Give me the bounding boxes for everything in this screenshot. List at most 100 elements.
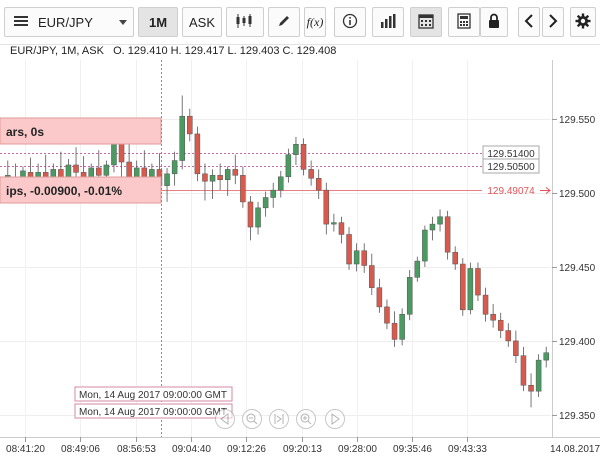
time-tick-label: 08:56:53: [117, 444, 156, 455]
candle: [323, 182, 330, 235]
price-tick-label: 129.550: [559, 115, 596, 126]
candle: [490, 303, 496, 328]
candle-body-bear: [194, 133, 201, 175]
nav-back-button[interactable]: [215, 409, 235, 429]
candle-body-bull: [331, 222, 337, 225]
candle-body-bear: [384, 306, 390, 324]
crosshair-date-text-upper: Mon, 14 Aug 2017 09:00:00 GMT: [79, 390, 227, 401]
candle-body-bull: [422, 229, 428, 262]
candle-body-bear: [505, 330, 512, 342]
candle: [209, 169, 216, 199]
candle: [300, 138, 307, 176]
time-tick-label: 08:41:20: [6, 444, 45, 455]
candle-body-bear: [217, 175, 223, 181]
candle: [528, 373, 534, 408]
candle-body-bull: [133, 167, 140, 178]
candle-body-bull: [209, 175, 216, 182]
candle-body-bear: [346, 234, 352, 265]
candle-body-bull: [255, 207, 261, 228]
current-price-tag-text: 129.49074: [487, 186, 535, 197]
candle-body-bull: [103, 164, 110, 176]
candle-body-bull: [406, 277, 413, 315]
candle: [73, 147, 79, 179]
candle-body-bear: [475, 268, 481, 296]
price-tick-label: 129.500: [559, 189, 596, 200]
candle-body-bear: [240, 175, 246, 203]
candle-body-bear: [520, 355, 527, 386]
candle: [414, 256, 421, 282]
candle-body-bear: [73, 164, 79, 173]
candle: [171, 151, 178, 186]
candle: [475, 262, 481, 301]
candle-body-bull: [467, 268, 474, 311]
candle-body-bear: [497, 319, 504, 331]
candle: [467, 262, 474, 315]
price-tick-label: 129.450: [559, 263, 596, 274]
nav-forward-button[interactable]: [325, 409, 345, 429]
time-tick-label: 09:20:13: [283, 444, 322, 455]
price-axis: 129.550 129.500 129.450 129.400 129.350: [552, 115, 596, 422]
candle: [369, 253, 375, 296]
candle: [406, 269, 413, 321]
time-tick-label: 09:43:33: [448, 444, 487, 455]
date-label: 14.08.2017: [550, 444, 600, 455]
candle: [399, 308, 405, 346]
zoom-in-button[interactable]: [296, 409, 316, 429]
candle-body-bull: [543, 352, 549, 361]
measure-bars-text: ars, 0s: [6, 125, 44, 139]
candle: [338, 216, 345, 244]
candle: [437, 209, 443, 232]
reset-view-button[interactable]: [269, 409, 289, 429]
candle: [384, 299, 390, 330]
candle: [346, 227, 352, 270]
candle: [270, 182, 276, 208]
candle-body-bear: [361, 250, 367, 266]
candle-body-bear: [187, 115, 193, 135]
candle-body-bull: [164, 173, 170, 186]
candle-body-bull: [429, 223, 436, 231]
candle: [202, 163, 208, 201]
candle-body-bear: [452, 251, 458, 265]
candle: [262, 191, 269, 217]
candle: [422, 225, 428, 267]
candle: [179, 95, 185, 170]
time-tick-label: 09:12:26: [227, 444, 266, 455]
candle: [535, 354, 542, 398]
crosshair-date-text-lower: Mon, 14 Aug 2017 09:00:00 GMT: [79, 407, 227, 418]
chart-navigation: [215, 409, 345, 429]
grid-lines: [0, 60, 551, 437]
candle-body-bear: [444, 216, 451, 253]
candle-body-bear: [391, 322, 398, 340]
time-tick-label: 09:35:46: [393, 444, 432, 455]
candle-body-bull: [535, 359, 542, 392]
candle-body-bear: [323, 189, 330, 225]
candle-body-bull: [414, 260, 421, 278]
candle: [331, 213, 337, 232]
candle-body-bear: [96, 167, 102, 176]
candle-body-bull: [262, 197, 269, 209]
candle-body-bear: [58, 169, 64, 178]
candle: [194, 126, 201, 182]
nav-forward-circle: [325, 409, 345, 429]
candle-body-bear: [490, 314, 496, 321]
candle: [513, 330, 519, 364]
price-chart[interactable]: 129.550 129.500 129.450 129.400 129.350 08:4…: [0, 0, 600, 461]
candle: [164, 167, 170, 202]
candle: [497, 312, 504, 338]
candle: [240, 166, 246, 208]
candle: [543, 346, 549, 368]
zoom-out-button[interactable]: [242, 409, 262, 429]
candle-body-bull: [285, 154, 292, 178]
candle-body-bear: [513, 340, 519, 356]
time-tick-label: 09:04:40: [172, 444, 211, 455]
candle-body-bear: [376, 287, 383, 308]
candle: [224, 166, 231, 197]
candle-body-bear: [338, 222, 345, 235]
candle: [429, 216, 436, 241]
candle-body-bull: [224, 169, 231, 181]
candle-body-bear: [308, 169, 314, 179]
price-tag-upper-text: 129.51400: [487, 149, 535, 160]
candle-body-bear: [232, 169, 239, 176]
candle: [217, 163, 223, 191]
candle: [293, 136, 299, 165]
